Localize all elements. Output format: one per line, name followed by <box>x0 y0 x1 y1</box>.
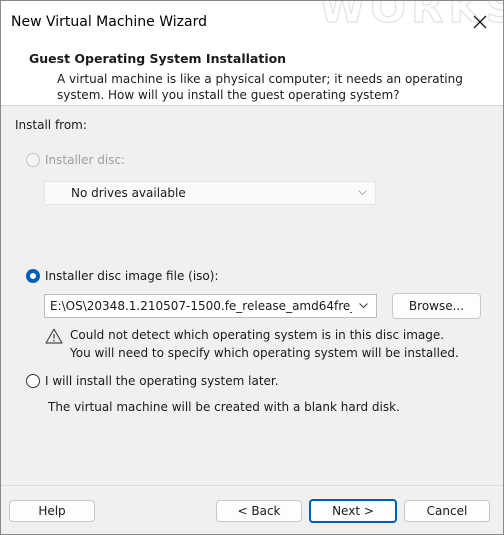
page-description: A virtual machine is like a physical com… <box>57 72 463 102</box>
cancel-button[interactable]: Cancel <box>404 500 490 522</box>
footer-divider <box>1 485 503 486</box>
back-button[interactable]: < Back <box>216 500 302 522</box>
installer-iso-label: Installer disc image file (iso): <box>45 269 219 283</box>
installer-iso-radio[interactable] <box>26 269 40 283</box>
warning-line-1: Could not detect which operating system … <box>70 328 445 342</box>
iso-path-combobox[interactable]: E:\OS\20348.1.210507-1500.fe_release_amd… <box>44 294 377 318</box>
installer-disc-label: Installer disc: <box>45 153 126 167</box>
install-later-description: The virtual machine will be created with… <box>48 400 400 414</box>
help-button[interactable]: Help <box>9 500 95 522</box>
installer-disc-radio[interactable] <box>26 153 40 167</box>
chevron-down-icon[interactable] <box>359 303 368 309</box>
window-title: New Virtual Machine Wizard <box>11 14 207 30</box>
wizard-window: WORKSTATION PRO New Virtual Machine Wiza… <box>0 0 504 535</box>
disc-drive-dropdown[interactable]: No drives available <box>44 181 376 205</box>
next-button[interactable]: Next > <box>309 499 397 523</box>
close-button[interactable] <box>457 1 503 43</box>
install-later-label: I will install the operating system late… <box>45 374 279 388</box>
warning-icon <box>45 328 63 344</box>
disc-drive-value: No drives available <box>71 186 186 200</box>
iso-path-value: E:\OS\20348.1.210507-1500.fe_release_amd… <box>50 299 352 313</box>
warning-line-2: You will need to specify which operating… <box>70 346 459 360</box>
title-bar[interactable]: WORKSTATION PRO New Virtual Machine Wiza… <box>1 1 503 43</box>
install-later-radio[interactable] <box>26 374 40 388</box>
close-icon <box>473 15 487 29</box>
chevron-down-icon <box>358 190 367 196</box>
page-title: Guest Operating System Installation <box>29 51 287 66</box>
browse-button[interactable]: Browse... <box>392 293 481 319</box>
install-from-label: Install from: <box>15 118 87 132</box>
wizard-header: Guest Operating System Installation A vi… <box>1 43 503 106</box>
